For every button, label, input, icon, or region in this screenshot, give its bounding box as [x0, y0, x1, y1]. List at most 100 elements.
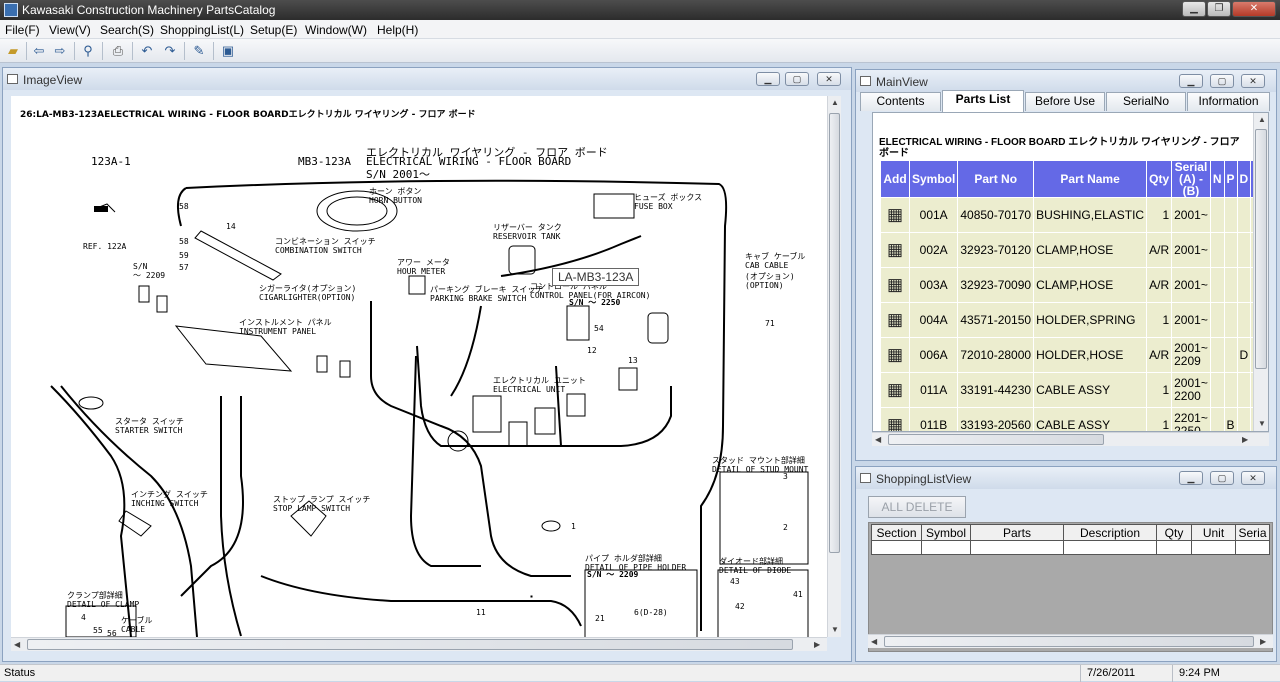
col-part-name[interactable]: Part Name — [1033, 160, 1148, 198]
add-cart-cell[interactable]: ▦ — [880, 302, 910, 338]
cart-icon[interactable]: ▦ — [883, 240, 907, 260]
tab-contents[interactable]: Contents — [860, 92, 941, 111]
folder-open-icon[interactable]: ▰ — [5, 43, 21, 59]
table-row[interactable]: ▦ 004A 43571-20150 HOLDER,SPRING 1 2001~ — [880, 302, 1268, 338]
d-cell: D — [1236, 337, 1252, 373]
minimize-icon[interactable]: ▁ — [1182, 1, 1206, 17]
shopping-hscrollbar[interactable]: ◀ ▶ — [868, 634, 1273, 648]
cart-icon[interactable]: ▦ — [883, 345, 907, 365]
col-description[interactable]: Description — [1063, 524, 1157, 541]
col-parts[interactable]: Parts — [970, 524, 1064, 541]
scroll-thumb[interactable] — [888, 434, 1104, 445]
toolbar: ▰ ⇦ ⇨ ⚲ ⎙ ↶ ↷ ✎ ▣ — [0, 39, 1280, 63]
scroll-down-icon[interactable]: ▼ — [1258, 419, 1266, 428]
add-cart-cell[interactable]: ▦ — [880, 232, 910, 268]
scroll-thumb[interactable] — [884, 636, 1254, 647]
table-row[interactable]: ▦ 006A 72010-28000 HOLDER,HOSE A/R 2001~ 2209… — [880, 337, 1268, 373]
table-row[interactable]: ▦ 011A 33191-44230 CABLE ASSY 1 2001~ 2200 — [880, 372, 1268, 408]
tab-information[interactable]: Information — [1187, 92, 1270, 111]
image-vscrollbar[interactable]: ▲ ▼ — [827, 96, 841, 637]
table-row[interactable]: ▦ 001A 40850-70170 BUSHING,ELASTIC 1 2001~ — [880, 197, 1268, 233]
parts-vscrollbar[interactable]: ▲ ▼ — [1253, 113, 1268, 431]
col-p[interactable]: P — [1223, 160, 1238, 198]
diagram-code: MB3-123A — [298, 155, 351, 168]
col-symbol[interactable]: Symbol — [908, 160, 959, 198]
scroll-down-icon[interactable]: ▼ — [831, 625, 839, 634]
col-section[interactable]: Section — [871, 524, 922, 541]
col-serial[interactable]: Seria — [1235, 524, 1270, 541]
zoom-icon[interactable]: ⚲ — [80, 43, 96, 59]
cart-icon[interactable]: ▦ — [883, 205, 907, 225]
menu-search[interactable]: Search(S) — [100, 23, 154, 37]
scroll-right-icon[interactable]: ▶ — [1242, 435, 1248, 444]
switch-shape — [566, 305, 590, 341]
col-unit[interactable]: Unit — [1191, 524, 1236, 541]
window-icon[interactable]: ▣ — [220, 43, 236, 59]
diagram-canvas[interactable]: 26:LA-MB3-123AELECTRICAL WIRING - FLOOR … — [11, 96, 827, 637]
part-no-cell: 32923-70090 — [957, 267, 1035, 303]
serial-cell: 2001~ 2200 — [1171, 372, 1211, 408]
table-row[interactable]: ▦ 002A 32923-70120 CLAMP,HOSE A/R 2001~ — [880, 232, 1268, 268]
tab-serialno[interactable]: SerialNo — [1106, 92, 1186, 111]
maximize-icon[interactable]: ▢ — [785, 72, 809, 86]
scroll-thumb[interactable] — [1255, 129, 1267, 369]
scroll-thumb[interactable] — [27, 639, 793, 650]
close-icon[interactable]: ✕ — [1232, 1, 1276, 17]
table-row[interactable]: ▦ 011B 33193-20560 CABLE ASSY 1 2201~ 2250 B — [880, 407, 1268, 431]
add-cart-cell[interactable]: ▦ — [880, 267, 910, 303]
close-icon[interactable]: ✕ — [1241, 74, 1265, 88]
col-d[interactable]: D — [1236, 160, 1252, 198]
image-hscrollbar[interactable]: ◀ ▶ — [11, 637, 827, 651]
scroll-right-icon[interactable]: ▶ — [1260, 637, 1266, 646]
add-cart-cell[interactable]: ▦ — [880, 372, 910, 408]
print-icon[interactable]: ⎙ — [110, 43, 126, 59]
menu-shoppinglist[interactable]: ShoppingList(L) — [160, 23, 244, 37]
cart-icon[interactable]: ▦ — [883, 275, 907, 295]
col-add[interactable]: Add — [880, 160, 910, 198]
all-delete-button[interactable]: ALL DELETE — [868, 496, 966, 518]
maximize-icon[interactable]: ▢ — [1210, 74, 1234, 88]
part-name-cell: HOLDER,SPRING — [1033, 302, 1148, 338]
edit-icon[interactable]: ✎ — [191, 43, 207, 59]
minimize-icon[interactable]: ▁ — [1179, 471, 1203, 485]
scroll-right-icon[interactable]: ▶ — [814, 640, 820, 649]
add-cart-cell[interactable]: ▦ — [880, 407, 910, 431]
cart-icon[interactable]: ▦ — [883, 380, 907, 400]
minimize-icon[interactable]: ▁ — [1179, 74, 1203, 88]
menu-file[interactable]: File(F) — [5, 23, 40, 37]
menu-help[interactable]: Help(H) — [377, 23, 418, 37]
table-row[interactable]: ▦ 003A 32923-70090 CLAMP,HOSE A/R 2001~ — [880, 267, 1268, 303]
col-part-no[interactable]: Part No — [957, 160, 1035, 198]
menu-view[interactable]: View(V) — [49, 23, 91, 37]
tab-before-use[interactable]: Before Use — [1025, 92, 1105, 111]
undo-icon[interactable]: ↶ — [139, 43, 155, 59]
scroll-left-icon[interactable]: ◀ — [14, 640, 20, 649]
close-icon[interactable]: ✕ — [1241, 471, 1265, 485]
menu-window[interactable]: Window(W) — [305, 23, 367, 37]
add-cart-cell[interactable]: ▦ — [880, 197, 910, 233]
maximize-icon[interactable]: ▢ — [1210, 471, 1234, 485]
menu-setup[interactable]: Setup(E) — [250, 23, 297, 37]
cart-icon[interactable]: ▦ — [883, 415, 907, 431]
redo-icon[interactable]: ↷ — [162, 43, 178, 59]
parts-hscrollbar[interactable]: ◀ ▶ — [872, 432, 1269, 446]
restore-icon[interactable]: ❐ — [1207, 1, 1231, 17]
back-arrow-icon[interactable]: ⇦ — [31, 43, 47, 59]
scroll-up-icon[interactable]: ▲ — [1258, 115, 1266, 124]
tab-parts-list[interactable]: Parts List — [942, 90, 1024, 112]
scroll-left-icon[interactable]: ◀ — [871, 637, 877, 646]
scroll-up-icon[interactable]: ▲ — [831, 98, 839, 107]
scroll-left-icon[interactable]: ◀ — [875, 435, 881, 444]
forward-arrow-icon[interactable]: ⇨ — [52, 43, 68, 59]
add-cart-cell[interactable]: ▦ — [880, 337, 910, 373]
col-n[interactable]: N — [1209, 160, 1225, 198]
col-qty[interactable]: Qty — [1146, 160, 1173, 198]
col-serial[interactable]: Serial (A) - (B) — [1171, 160, 1211, 198]
minimize-icon[interactable]: ▁ — [756, 72, 780, 86]
close-icon[interactable]: ✕ — [817, 72, 841, 86]
cart-icon[interactable]: ▦ — [883, 310, 907, 330]
scroll-thumb[interactable] — [829, 113, 840, 553]
col-qty[interactable]: Qty — [1156, 524, 1192, 541]
col-symbol[interactable]: Symbol — [921, 524, 971, 541]
diagram-label: ダイオード部詳細 DETAIL OF DIODE — [719, 557, 792, 575]
